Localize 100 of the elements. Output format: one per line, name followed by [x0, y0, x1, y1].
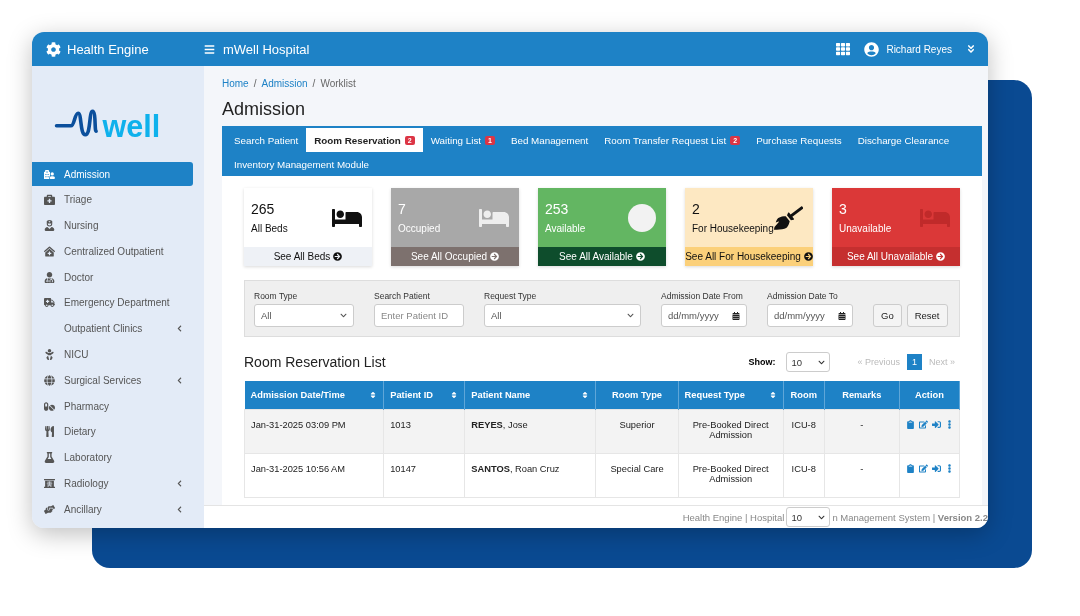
table-cell: -	[824, 409, 900, 453]
footer-text: n Management System | Version 2.2	[832, 511, 988, 523]
edit-icon[interactable]	[918, 419, 928, 429]
sidebar-item[interactable]: Radiology	[32, 471, 193, 496]
page-size-select[interactable]: 10	[786, 352, 831, 372]
calendar-icon[interactable]	[838, 311, 846, 320]
sidebar-item[interactable]: Outpatient Clinics	[32, 316, 193, 341]
stat-label: Available	[545, 223, 586, 234]
field-label: Admission Date To	[767, 291, 839, 301]
sidebar-item[interactable]: Emergency Department	[32, 291, 193, 315]
sign-in-icon[interactable]	[931, 463, 941, 473]
table-cell: Jan-31-2025 03:09 PM	[244, 409, 384, 453]
avatar-icon[interactable]	[864, 41, 880, 57]
table-cell: SANTOS, Roan Cruz	[464, 453, 596, 497]
arrow-right-icon	[635, 252, 645, 261]
column-header[interactable]: Admission Date/Time	[244, 381, 384, 409]
tab[interactable]: Purchase Requests	[748, 128, 850, 152]
menu-item-icon	[44, 503, 55, 515]
stat-count: 3	[839, 201, 848, 217]
pagination-link[interactable]: 1	[906, 354, 922, 370]
column-header[interactable]: Patient ID	[383, 381, 465, 409]
sidebar-item[interactable]: Pharmacy	[32, 394, 193, 419]
see-all-link[interactable]: See All Occupied	[391, 247, 519, 266]
arrow-right-icon	[803, 252, 813, 261]
see-all-link[interactable]: See All Unavailable	[832, 247, 960, 266]
chevrons-down-icon[interactable]	[966, 44, 976, 54]
stat-count: 7	[398, 201, 407, 217]
stat-count: 253	[545, 201, 570, 217]
date-field[interactable]: dd/mm/yyyy	[767, 304, 853, 327]
column-header[interactable]: Request Type	[678, 381, 784, 409]
column-header[interactable]: Action	[899, 381, 960, 409]
sort-icon[interactable]	[768, 390, 777, 399]
sidebar-item[interactable]: NICU	[32, 342, 193, 367]
select-field[interactable]: All	[484, 304, 641, 327]
menu-item-icon	[44, 349, 55, 361]
column-header[interactable]: Room Type	[595, 381, 679, 409]
tab[interactable]: Discharge Clearance	[849, 128, 958, 152]
calendar-icon[interactable]	[732, 311, 740, 320]
breadcrumb-link[interactable]: Home	[222, 78, 249, 89]
page-title: Admission	[222, 99, 307, 120]
menu-icon[interactable]	[204, 43, 215, 55]
apps-grid-icon[interactable]	[836, 42, 851, 56]
menu-item-icon	[44, 168, 55, 180]
breadcrumb-separator: /	[312, 78, 316, 89]
see-all-link[interactable]: See All Beds	[244, 247, 372, 266]
stat-label: For Housekeeping	[692, 223, 774, 234]
sidebar-item[interactable]: Admission	[32, 162, 193, 186]
footer-text: Health Engine | Hospital	[682, 511, 785, 523]
sidebar-item[interactable]: Doctor	[32, 265, 193, 290]
menu-item-icon	[44, 245, 55, 257]
sidebar-item[interactable]: Centralized Outpatient	[32, 239, 193, 264]
column-header[interactable]: Patient Name	[464, 381, 596, 409]
sidebar-item[interactable]: Ancillary	[32, 497, 193, 522]
stat-label: Occupied	[398, 223, 441, 234]
table-cell: ICU-8	[783, 453, 825, 497]
sort-icon[interactable]	[581, 390, 590, 399]
sidebar-item[interactable]: Laboratory	[32, 445, 193, 470]
table-cell: Superior	[595, 409, 679, 453]
table-cell: 1013	[383, 409, 465, 453]
sidebar-item[interactable]: Triage	[32, 187, 193, 212]
search-field[interactable]: Enter Patient ID	[374, 304, 464, 327]
reset-button[interactable]: Reset	[906, 304, 948, 327]
sidebar-item[interactable]: Dietary	[32, 419, 193, 444]
see-all-link[interactable]: See All Available	[538, 247, 666, 266]
go-button[interactable]: Go	[873, 304, 902, 327]
sort-icon[interactable]	[369, 390, 378, 399]
table-cell: 10147	[383, 453, 465, 497]
tab[interactable]: Inventory Management Module	[226, 152, 378, 176]
see-all-link[interactable]: See All For Housekeeping	[685, 247, 813, 266]
menu-item-icon	[44, 452, 55, 464]
sign-in-icon[interactable]	[931, 419, 941, 429]
column-header[interactable]: Remarks	[824, 381, 900, 409]
tab[interactable]: Bed Management	[502, 128, 597, 152]
sidebar-item[interactable]: Nursing	[32, 213, 193, 238]
user-name[interactable]: Richard Reyes	[886, 43, 952, 55]
table-cell: REYES, Jose	[464, 409, 596, 453]
list-title: Room Reservation List	[244, 354, 387, 370]
menu-item-icon	[44, 426, 55, 438]
table-cell: Pre-Booked Direct Admission	[678, 409, 784, 453]
edit-icon[interactable]	[918, 463, 928, 473]
table-cell: Jan-31-2025 10:56 AM	[244, 453, 384, 497]
clipboard-icon[interactable]	[905, 463, 915, 473]
sidebar-item[interactable]: Surgical Services	[32, 368, 193, 393]
field-label: Search Patient	[374, 291, 431, 301]
stat-label: All Beds	[251, 223, 288, 234]
select-field[interactable]: All	[254, 304, 354, 327]
arrow-right-icon	[936, 252, 946, 261]
column-header[interactable]: Room	[783, 381, 825, 409]
app-name: Health Engine	[67, 41, 149, 57]
field-label: Request Type	[484, 291, 538, 301]
menu-item-icon	[44, 297, 55, 309]
tab[interactable]: Search Patient	[226, 128, 307, 152]
arrow-right-icon	[490, 252, 500, 261]
page-size-select[interactable]: 10	[786, 507, 831, 527]
date-field[interactable]: dd/mm/yyyy	[661, 304, 747, 327]
breadcrumb-link[interactable]: Admission	[261, 78, 308, 89]
sort-icon[interactable]	[450, 390, 459, 399]
clipboard-icon[interactable]	[905, 419, 915, 429]
chevron-down-icon	[340, 312, 347, 319]
chevron-down-icon	[818, 513, 826, 521]
